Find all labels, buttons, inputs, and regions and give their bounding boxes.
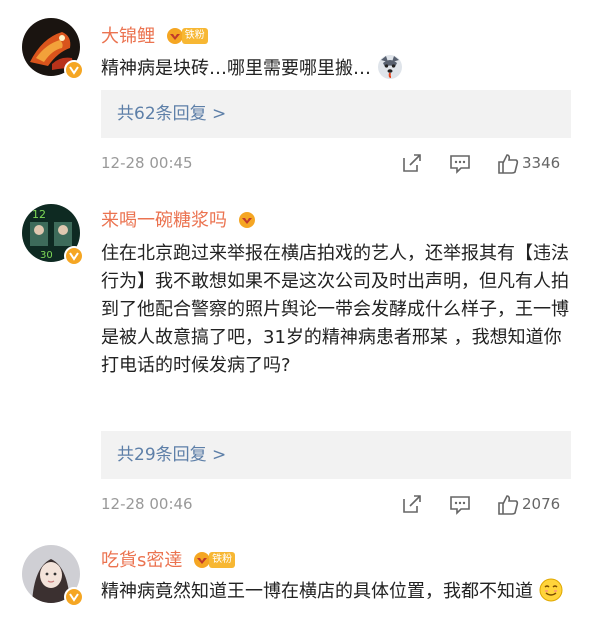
timestamp: 12-28 00:46 [101,495,193,513]
fan-tag: 铁粉 [209,552,236,568]
comment-icon[interactable] [449,493,471,515]
svg-text:30: 30 [40,250,53,261]
comment-text: 精神病是块砖…哪里需要哪里搬… [101,54,579,83]
avatar[interactable]: 12 30 [22,204,84,266]
like-icon[interactable] [496,493,520,517]
fan-badge: 铁粉 [165,26,208,46]
username[interactable]: 来喝一碗糖浆吗 [101,206,257,232]
fan-tag: 铁粉 [181,28,208,44]
like-count: 2076 [522,495,561,513]
verified-badge-icon [64,246,84,266]
medal-icon [238,212,255,228]
timestamp: 12-28 00:45 [101,154,193,172]
verified-badge-icon [64,587,84,607]
comment-icon[interactable] [449,152,471,174]
comment-meta: 12-28 00:46 2076 [101,493,579,517]
like-icon[interactable] [496,152,520,176]
avatar[interactable] [22,545,84,607]
share-icon[interactable] [401,493,423,515]
awkward-smile-emoji-icon [539,578,563,602]
comment-text: 住在北京跑过来举报在横店拍戏的艺人，还举报其有【违法行为】我不敢想如果不是这次公… [101,243,569,376]
fan-badge: 铁粉 [192,550,236,570]
view-replies-button[interactable]: 共62条回复 > [101,90,571,138]
share-icon[interactable] [401,152,423,174]
username[interactable]: 吃貨s密達 铁粉 [101,546,236,572]
svg-text:12: 12 [32,208,46,221]
comment-text: 精神病竟然知道王一博在横店的具体位置，我都不知道 [101,578,579,606]
husky-emoji-icon [377,55,402,79]
like-count: 3346 [522,154,561,172]
fan-badge [237,210,257,230]
view-replies-button[interactable]: 共29条回复 > [101,431,571,479]
comment-meta: 12-28 00:45 3346 [101,152,579,176]
verified-badge-icon [64,60,84,80]
avatar[interactable] [22,18,84,80]
username[interactable]: 大锦鲤 铁粉 [101,22,208,48]
